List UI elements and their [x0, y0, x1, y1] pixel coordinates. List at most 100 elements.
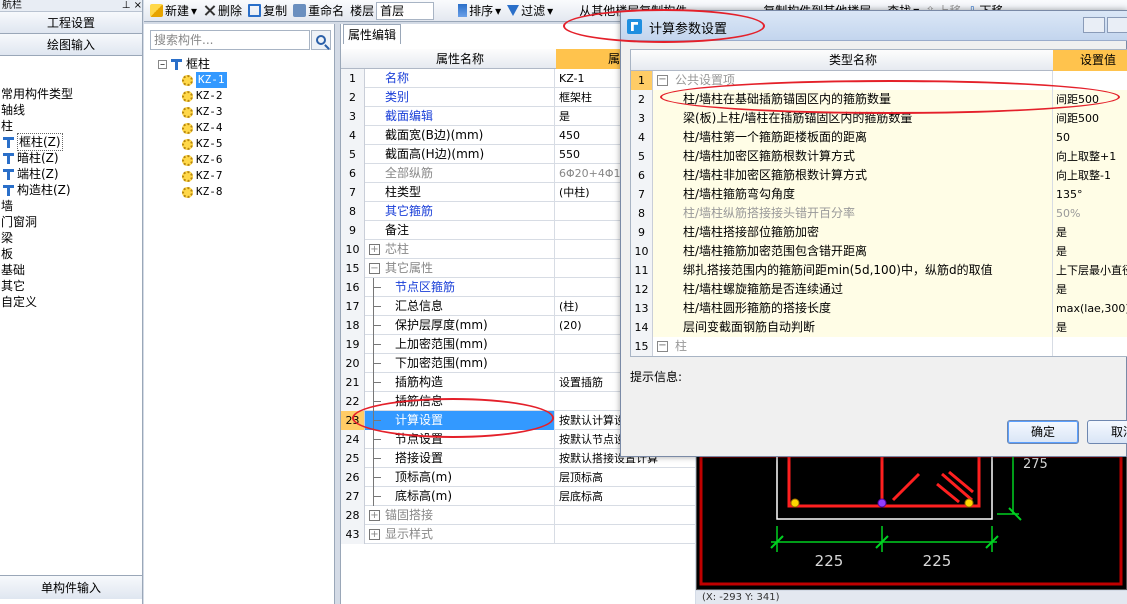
- component-item[interactable]: KZ-7: [158, 168, 227, 184]
- param-value[interactable]: max(lae,300): [1053, 299, 1127, 318]
- drawing-canvas[interactable]: 225 225 275: [696, 445, 1127, 590]
- property-value[interactable]: 层顶标高: [556, 468, 696, 487]
- component-item[interactable]: KZ-3: [158, 104, 227, 120]
- minimize-button[interactable]: [1083, 17, 1105, 33]
- row-number: 9: [341, 221, 365, 240]
- property-name-label: 上加密范围(mm): [395, 337, 488, 351]
- floor-combo[interactable]: 首层: [376, 1, 435, 20]
- property-row[interactable]: 26 顶标高(m) 层顶标高: [341, 468, 696, 487]
- nav-item[interactable]: 框柱(Z): [0, 133, 142, 151]
- nav-item[interactable]: 自定义: [0, 294, 142, 310]
- pin-icon[interactable]: ⊥ ×: [122, 0, 142, 11]
- calc-param-row[interactable]: 13 柱/墙柱圆形箍筋的搭接长度 max(lae,300): [631, 299, 1127, 318]
- expand-icon[interactable]: +: [369, 529, 380, 540]
- nav-item[interactable]: 墙: [0, 198, 142, 214]
- col-header-type-name: 类型名称: [828, 53, 877, 67]
- component-item[interactable]: KZ-8: [158, 184, 227, 200]
- component-item[interactable]: KZ-1: [158, 72, 227, 88]
- calc-param-row[interactable]: 7 柱/墙柱箍筋弯勾角度 135°: [631, 185, 1127, 204]
- copy-button[interactable]: 复制: [248, 2, 287, 19]
- cancel-button[interactable]: 取消: [1087, 420, 1127, 444]
- rename-button[interactable]: 重命名: [293, 2, 344, 19]
- filter-button[interactable]: 过滤 ▾: [507, 2, 553, 19]
- param-value[interactable]: 向上取整+1: [1053, 147, 1127, 166]
- calc-param-row[interactable]: 11 绑扎搭接范围内的箍筋间距min(5d,100)中，纵筋d的取值 上下层最小直径: [631, 261, 1127, 280]
- dialog-titlebar[interactable]: 计算参数设置: [621, 11, 1127, 41]
- row-number: 6: [631, 166, 653, 185]
- expand-icon[interactable]: +: [369, 244, 380, 255]
- param-value[interactable]: 是: [1053, 280, 1127, 299]
- component-item[interactable]: KZ-5: [158, 136, 227, 152]
- nav-item[interactable]: 梁: [0, 230, 142, 246]
- param-value[interactable]: 是: [1053, 242, 1127, 261]
- app-icon: [627, 19, 642, 34]
- calc-group-row[interactable]: 1− 公共设置项: [631, 71, 1127, 90]
- row-number: 2: [341, 88, 365, 107]
- property-row[interactable]: 43 + 显示样式: [341, 525, 696, 544]
- property-row[interactable]: 27 底标高(m) 层底标高: [341, 487, 696, 506]
- nav-item[interactable]: 暗柱(Z): [0, 150, 142, 166]
- collapse-icon[interactable]: −: [158, 59, 167, 69]
- single-component-input-button[interactable]: 单构件输入: [0, 575, 142, 599]
- collapse-icon[interactable]: −: [657, 75, 668, 86]
- nav-item[interactable]: 轴线: [0, 102, 142, 118]
- row-number: 3: [631, 109, 653, 128]
- nav-item[interactable]: 板: [0, 246, 142, 262]
- param-value[interactable]: 向上取整-1: [1053, 166, 1127, 185]
- component-item[interactable]: KZ-4: [158, 120, 227, 136]
- calc-param-row[interactable]: 2 柱/墙柱在基础插筋锚固区内的箍筋数量 间距500: [631, 90, 1127, 109]
- param-value[interactable]: [1053, 337, 1127, 356]
- param-value[interactable]: [1053, 71, 1127, 90]
- calc-param-row[interactable]: 4 柱/墙柱第一个箍筋距楼板面的距离 50: [631, 128, 1127, 147]
- drawing-input-button[interactable]: 绘图输入: [0, 34, 142, 56]
- calc-param-row[interactable]: 12 柱/墙柱螺旋箍筋是否连续通过 是: [631, 280, 1127, 299]
- component-item[interactable]: KZ-6: [158, 152, 227, 168]
- nav-item[interactable]: 其它: [0, 278, 142, 294]
- collapse-icon[interactable]: −: [657, 341, 668, 352]
- calc-group-row[interactable]: 15− 柱: [631, 337, 1127, 356]
- calc-param-row[interactable]: 14 层间变截面钢筋自动判断 是: [631, 318, 1127, 337]
- param-value[interactable]: 50: [1053, 128, 1127, 147]
- property-row[interactable]: 28 + 锚固搭接: [341, 506, 696, 525]
- nav-item[interactable]: 端柱(Z): [0, 166, 142, 182]
- nav-item[interactable]: 基础: [0, 262, 142, 278]
- param-value[interactable]: 135°: [1053, 185, 1127, 204]
- param-value[interactable]: 间距500: [1053, 109, 1127, 128]
- component-item[interactable]: KZ-2: [158, 88, 227, 104]
- calc-param-row[interactable]: 3 梁(板)上柱/墙柱在插筋锚固区内的箍筋数量 间距500: [631, 109, 1127, 128]
- param-value[interactable]: 是: [1053, 318, 1127, 337]
- calc-param-row[interactable]: 6 柱/墙柱非加密区箍筋根数计算方式 向上取整-1: [631, 166, 1127, 185]
- expand-icon[interactable]: +: [369, 510, 380, 521]
- property-value[interactable]: [556, 506, 696, 525]
- panel-title: 航栏: [2, 0, 22, 11]
- calc-param-row[interactable]: 8 柱/墙柱纵筋搭接接头错开百分率 50%: [631, 204, 1127, 223]
- component-search-input[interactable]: 搜索构件...: [150, 30, 310, 50]
- calc-param-row[interactable]: 5 柱/墙柱加密区箍筋根数计算方式 向上取整+1: [631, 147, 1127, 166]
- new-button[interactable]: 新建 ▾: [150, 2, 197, 19]
- calc-param-row[interactable]: 9 柱/墙柱搭接部位箍筋加密 是: [631, 223, 1127, 242]
- nav-item[interactable]: 柱: [0, 118, 142, 134]
- row-number: 22: [341, 392, 365, 411]
- maximize-button[interactable]: [1107, 17, 1127, 33]
- nav-item[interactable]: 常用构件类型: [0, 86, 142, 102]
- param-value[interactable]: 是: [1053, 223, 1127, 242]
- property-value[interactable]: 层底标高: [556, 487, 696, 506]
- param-value[interactable]: 50%: [1053, 204, 1127, 223]
- param-value[interactable]: 间距500: [1053, 90, 1127, 109]
- sort-button[interactable]: 排序 ▾: [458, 2, 501, 19]
- tree-root[interactable]: − 框柱: [158, 56, 227, 72]
- project-settings-button[interactable]: 工程设置: [0, 12, 142, 34]
- nav-item[interactable]: 门窗洞: [0, 214, 142, 230]
- delete-button[interactable]: 删除: [203, 2, 242, 19]
- property-value[interactable]: [556, 525, 696, 544]
- search-button[interactable]: [311, 30, 331, 50]
- row-number: 19: [341, 335, 365, 354]
- collapse-icon[interactable]: −: [369, 263, 380, 274]
- tab-property-edit[interactable]: 属性编辑: [343, 24, 401, 44]
- calc-param-row[interactable]: 10 柱/墙柱箍筋加密范围包含错开距离 是: [631, 242, 1127, 261]
- ok-button[interactable]: 确定: [1007, 420, 1079, 444]
- nav-item[interactable]: 构造柱(Z): [0, 182, 142, 198]
- property-name-label: 顶标高(m): [395, 470, 453, 484]
- row-number: 21: [341, 373, 365, 392]
- param-value[interactable]: 上下层最小直径: [1053, 261, 1127, 280]
